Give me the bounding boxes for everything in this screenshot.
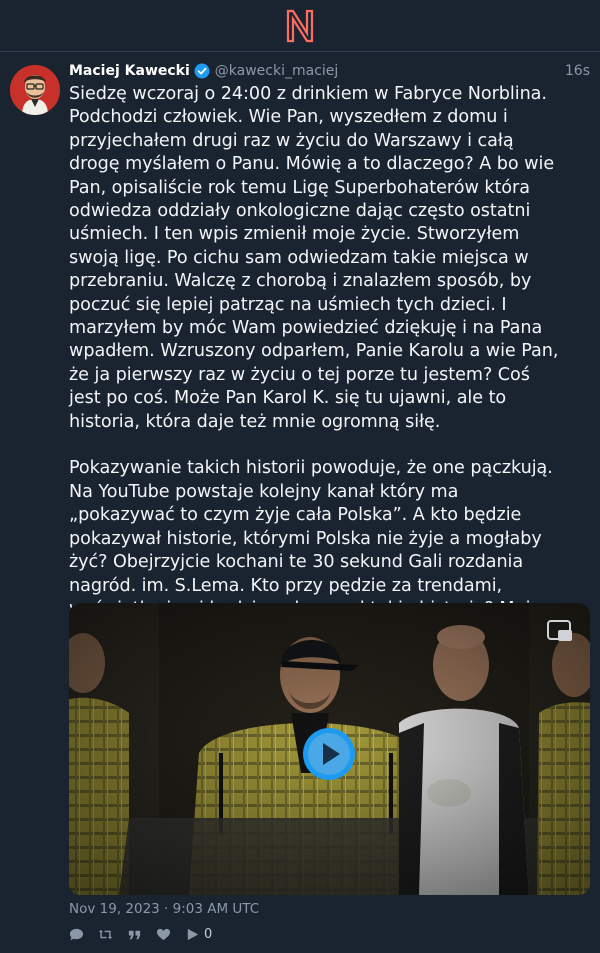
like-button[interactable] <box>156 927 175 942</box>
heart-icon <box>156 928 171 940</box>
author-handle[interactable]: @kawecki_maciej <box>215 63 339 79</box>
tweet-content: Siedzę wczoraj o 24:00 z drinkiem w Fabr… <box>69 83 564 645</box>
video-player[interactable] <box>69 603 590 895</box>
views-indicator: 0 <box>185 927 212 942</box>
top-bar <box>0 0 600 52</box>
nitter-n-logo-icon[interactable] <box>285 9 315 43</box>
tweet-time[interactable]: 16s <box>565 63 590 79</box>
quote-button[interactable] <box>127 927 146 942</box>
tweet-header: Maciej Kawecki @kawecki_maciej 16s <box>69 61 590 81</box>
retweet-icon <box>98 929 113 939</box>
picture-in-picture-icon[interactable] <box>546 619 574 645</box>
avatar-portrait-icon <box>10 65 60 115</box>
play-count-icon <box>187 928 199 940</box>
tweet-actions: 0 <box>69 925 222 943</box>
play-icon[interactable] <box>303 728 355 780</box>
retweet-button[interactable] <box>98 927 117 942</box>
play-triangle <box>323 743 340 765</box>
views-count: 0 <box>204 926 213 942</box>
avatar[interactable] <box>10 65 60 115</box>
tweet-date[interactable]: Nov 19, 2023 · 9:03 AM UTC <box>69 901 259 917</box>
comment-icon <box>69 928 84 940</box>
tweet-paragraph: Siedzę wczoraj o 24:00 z drinkiem w Fabr… <box>69 84 559 432</box>
author-name[interactable]: Maciej Kawecki <box>69 63 190 79</box>
verified-badge-icon <box>194 63 210 79</box>
quote-icon <box>128 930 141 939</box>
comment-button[interactable] <box>69 927 88 942</box>
